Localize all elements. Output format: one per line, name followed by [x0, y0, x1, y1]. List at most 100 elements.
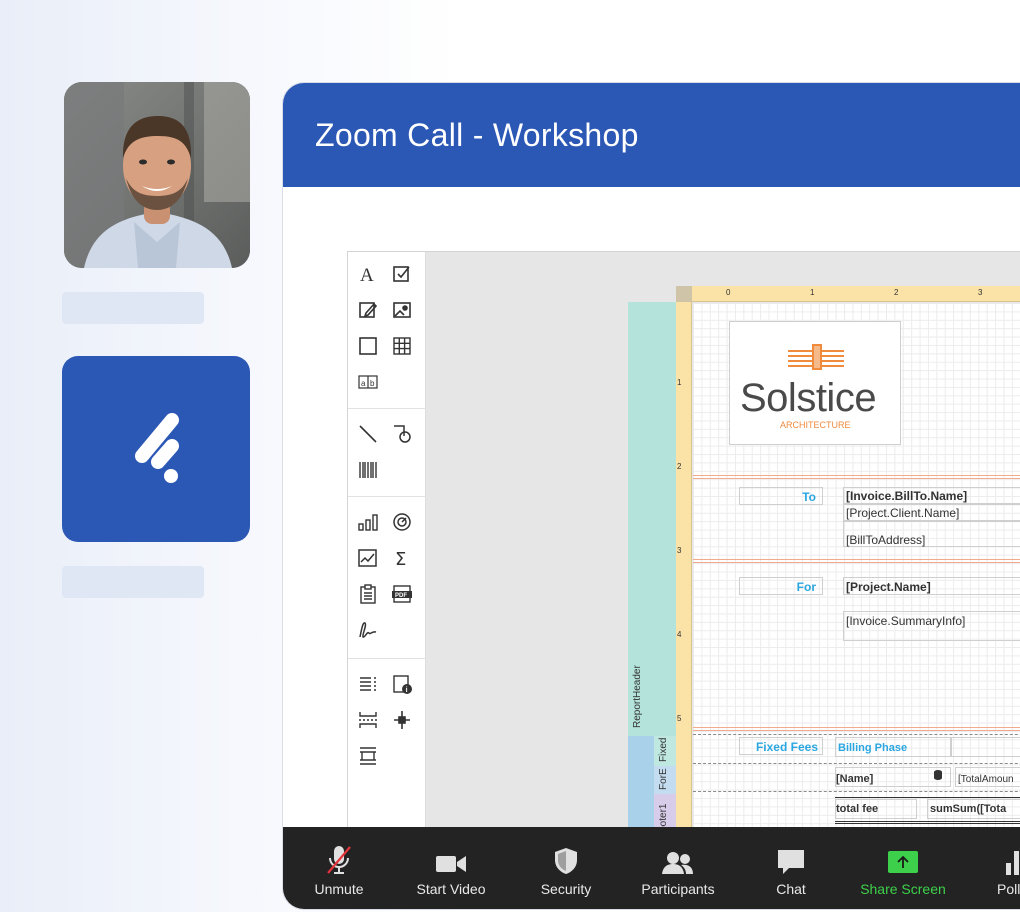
total-double-rule	[835, 821, 1020, 824]
pdf-content-icon[interactable]: PDF	[390, 582, 414, 606]
ruler-tick-label: 1	[677, 378, 682, 387]
bill-to-address-field[interactable]: [BillToAddress]	[843, 521, 1020, 547]
label-icon[interactable]: A	[356, 262, 380, 286]
unmute-label: Unmute	[314, 881, 364, 897]
participant-photo	[64, 82, 250, 268]
fee-column-box[interactable]: Fe	[951, 737, 1020, 757]
barcode-icon[interactable]	[356, 458, 380, 482]
project-name-field[interactable]: [Project.Name]	[843, 577, 1020, 595]
total-fee-label: total fee	[836, 803, 879, 815]
shared-screen[interactable]: A ab Σ PDF i ReportHeader Fixed ForE Foo…	[347, 251, 1020, 901]
shape-icon[interactable]	[390, 422, 414, 446]
fixed-fees-box[interactable]: Fixed Fees	[739, 737, 823, 755]
report-toolbox: A ab Σ PDF i	[348, 252, 426, 900]
for-e-band: ForE	[654, 766, 676, 794]
brand-name-placeholder	[62, 566, 204, 598]
billing-phase-box[interactable]: Billing Phase	[835, 737, 951, 757]
start-video-button[interactable]: Start Video	[413, 827, 489, 909]
for-label: For	[796, 580, 816, 594]
share-screen-button[interactable]: Share Screen	[853, 827, 953, 909]
picture-icon[interactable]	[390, 298, 414, 322]
total-fee-box[interactable]: total fee	[835, 799, 917, 819]
to-label-box[interactable]: To	[739, 487, 823, 505]
toolbox-separator	[348, 496, 426, 497]
meeting-title: Zoom Call - Workshop	[315, 117, 639, 153]
participant-name-placeholder	[62, 292, 204, 324]
band-divider	[693, 791, 1020, 792]
toolbox-separator	[348, 408, 426, 409]
chart-icon[interactable]	[356, 510, 380, 534]
gauge-icon[interactable]	[390, 510, 414, 534]
table-icon[interactable]	[390, 334, 414, 358]
brand-logo-icon	[135, 413, 179, 483]
signature-icon[interactable]	[356, 618, 380, 642]
band-divider	[693, 763, 1020, 764]
brand-logo-tile[interactable]	[62, 356, 250, 542]
checkbox-icon[interactable]	[390, 262, 414, 286]
participants-label: Participants	[641, 881, 715, 897]
svg-text:PDF: PDF	[395, 593, 407, 599]
character-comb-icon[interactable]: ab	[356, 370, 380, 394]
page-info-icon[interactable]: i	[390, 672, 414, 696]
chat-label: Chat	[776, 881, 806, 897]
company-name: Solstice	[740, 376, 877, 420]
page: Zoom Call - Workshop A ab Σ PDF i Report…	[0, 0, 1020, 912]
toc-icon[interactable]	[356, 582, 380, 606]
summary-info-text: [Invoice.SummaryInfo]	[846, 614, 966, 628]
participants-icon	[662, 852, 693, 874]
company-tagline: ARCHITECTURE	[780, 420, 851, 430]
svg-text:b: b	[370, 379, 375, 388]
participants-button[interactable]: Participants	[635, 827, 721, 909]
participant-avatar[interactable]	[64, 82, 250, 268]
client-name-field[interactable]: [Project.Client.Name]	[843, 504, 1020, 521]
line-icon[interactable]	[356, 422, 380, 446]
toolbox-separator	[348, 658, 426, 659]
title-bar: Zoom Call - Workshop	[283, 83, 1020, 187]
richtext-icon[interactable]	[356, 298, 380, 322]
security-button[interactable]: Security	[531, 827, 601, 909]
meeting-controls-bar: Unmute Start Video Security Participants…	[283, 827, 1020, 909]
svg-text:Σ: Σ	[395, 549, 406, 569]
zoom-window: Zoom Call - Workshop A ab Σ PDF i Report…	[282, 82, 1020, 910]
cross-tab-icon[interactable]	[356, 672, 380, 696]
unmute-button[interactable]: Unmute	[305, 827, 373, 909]
band-strip: ReportHeader eeReport Fixed ForE Footer1	[628, 302, 676, 900]
summary-info-field[interactable]: [Invoice.SummaryInfo]	[843, 611, 1020, 641]
separator-line	[693, 727, 1020, 731]
ruler-tick-label: 1	[810, 288, 815, 297]
cross-band-line-icon[interactable]	[390, 708, 414, 732]
summary-icon[interactable]: Σ	[390, 546, 414, 570]
total-amount-text: [TotalAmoun	[958, 774, 1014, 785]
subreport-icon[interactable]	[356, 744, 380, 768]
polls-button[interactable]: Polls	[991, 827, 1020, 909]
company-logo-box[interactable]: Solstice ARCHITECTURE	[729, 321, 901, 445]
security-label: Security	[540, 881, 592, 897]
name-field[interactable]: [Name]	[835, 767, 951, 787]
sparkline-icon[interactable]	[356, 546, 380, 570]
share-screen-icon	[888, 851, 918, 873]
fixed-band: Fixed	[654, 736, 676, 766]
svg-text:i: i	[406, 687, 408, 694]
panel-icon[interactable]	[356, 334, 380, 358]
ruler-tick-label: 3	[677, 546, 682, 555]
polls-icon	[1006, 851, 1019, 875]
bill-to-name-field[interactable]: [Invoice.BillTo.Name]	[843, 487, 1020, 504]
page-break-icon[interactable]	[356, 708, 380, 732]
polls-label: Polls	[997, 881, 1020, 897]
bill-to-address-text: [BillToAddress]	[846, 533, 926, 547]
report-header-band: ReportHeader	[628, 302, 676, 736]
chat-bubble-icon	[778, 850, 804, 874]
to-label: To	[802, 490, 816, 504]
report-canvas[interactable]: Solstice ARCHITECTURE To [Invoice.BillTo…	[693, 303, 1020, 900]
total-amount-field[interactable]: [TotalAmoun	[955, 767, 1020, 787]
chat-button[interactable]: Chat	[763, 827, 819, 909]
sum-field[interactable]: sumSum([Tota	[927, 799, 1020, 819]
start-video-label: Start Video	[416, 881, 486, 897]
for-label-box[interactable]: For	[739, 577, 823, 595]
band-divider	[693, 734, 1020, 735]
separator-line	[693, 475, 1020, 479]
ruler-tick-label: 0	[726, 288, 731, 297]
for-e-band-label: ForE	[658, 768, 669, 790]
fixed-fees-label: Fixed Fees	[755, 740, 818, 754]
svg-text:A: A	[360, 265, 374, 285]
